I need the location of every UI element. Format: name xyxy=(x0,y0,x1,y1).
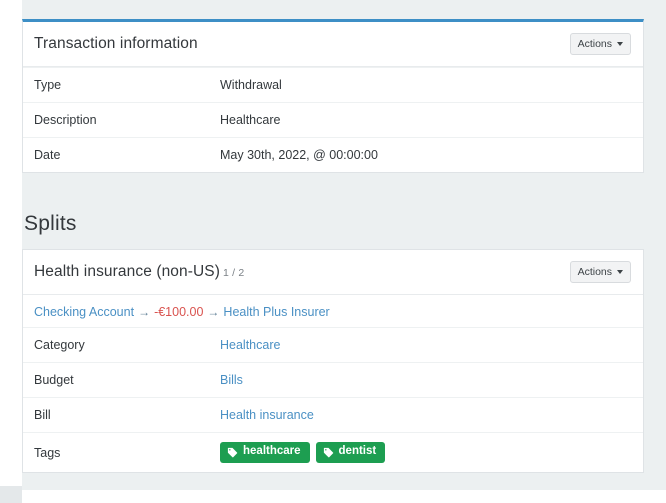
split-actions-button[interactable]: Actions xyxy=(570,261,631,283)
row-label-budget: Budget xyxy=(34,373,220,387)
bottom-left-corner-block xyxy=(0,486,22,503)
transaction-card-header: Transaction information Actions xyxy=(23,22,643,67)
table-row-tags: Tags healthcare xyxy=(23,432,643,472)
tag-badge-dentist[interactable]: dentist xyxy=(316,442,386,463)
split-amount: -€100.00 xyxy=(154,305,203,319)
transaction-actions-label: Actions xyxy=(578,38,612,50)
table-row: Category Healthcare xyxy=(23,327,643,362)
splits-section-heading: Splits xyxy=(22,212,77,236)
table-row: Description Healthcare xyxy=(23,102,643,137)
page-viewport: Transaction information Actions Type Wit… xyxy=(0,0,666,503)
arrow-right-icon: → xyxy=(138,305,150,319)
table-row: Date May 30th, 2022, @ 00:00:00 xyxy=(23,137,643,172)
transaction-card-title: Transaction information xyxy=(34,35,198,53)
chevron-down-icon xyxy=(617,270,623,274)
row-value-date: May 30th, 2022, @ 00:00:00 xyxy=(220,148,631,162)
row-label-description: Description xyxy=(34,113,220,127)
split-card: Health insurance (non-US)1 / 2 Actions C… xyxy=(22,249,644,473)
row-label-type: Type xyxy=(34,78,220,92)
row-value-bill-link[interactable]: Health insurance xyxy=(220,408,314,422)
row-value-description: Healthcare xyxy=(220,113,631,127)
tags-list: healthcare dentist xyxy=(220,442,631,463)
tag-icon xyxy=(227,447,238,458)
source-account-link[interactable]: Checking Account xyxy=(34,305,134,319)
split-actions-label: Actions xyxy=(578,266,612,278)
tag-icon xyxy=(323,447,334,458)
tag-badge-healthcare[interactable]: healthcare xyxy=(220,442,310,463)
split-card-counter: 1 / 2 xyxy=(223,267,244,279)
row-label-bill: Bill xyxy=(34,408,220,422)
table-row: Type Withdrawal xyxy=(23,67,643,102)
row-label-category: Category xyxy=(34,338,220,352)
arrow-right-icon: → xyxy=(207,305,219,319)
transaction-information-card: Transaction information Actions Type Wit… xyxy=(22,19,644,173)
split-flow-row: Checking Account → -€100.00 → Health Plu… xyxy=(23,295,643,327)
row-value-budget-link[interactable]: Bills xyxy=(220,373,243,387)
tag-label: dentist xyxy=(339,446,377,458)
row-label-date: Date xyxy=(34,148,220,162)
split-card-title: Health insurance (non-US)1 / 2 xyxy=(34,263,244,281)
transaction-actions-button[interactable]: Actions xyxy=(570,33,631,55)
tag-label: healthcare xyxy=(243,446,301,458)
chevron-down-icon xyxy=(617,42,623,46)
row-label-tags: Tags xyxy=(34,446,220,460)
page-content: Transaction information Actions Type Wit… xyxy=(22,0,666,503)
split-card-header: Health insurance (non-US)1 / 2 Actions xyxy=(23,250,643,295)
split-card-title-text: Health insurance (non-US) xyxy=(34,263,220,280)
row-value-category-link[interactable]: Healthcare xyxy=(220,338,280,352)
row-value-type: Withdrawal xyxy=(220,78,631,92)
table-row: Budget Bills xyxy=(23,362,643,397)
table-row: Bill Health insurance xyxy=(23,397,643,432)
destination-account-link[interactable]: Health Plus Insurer xyxy=(223,305,329,319)
